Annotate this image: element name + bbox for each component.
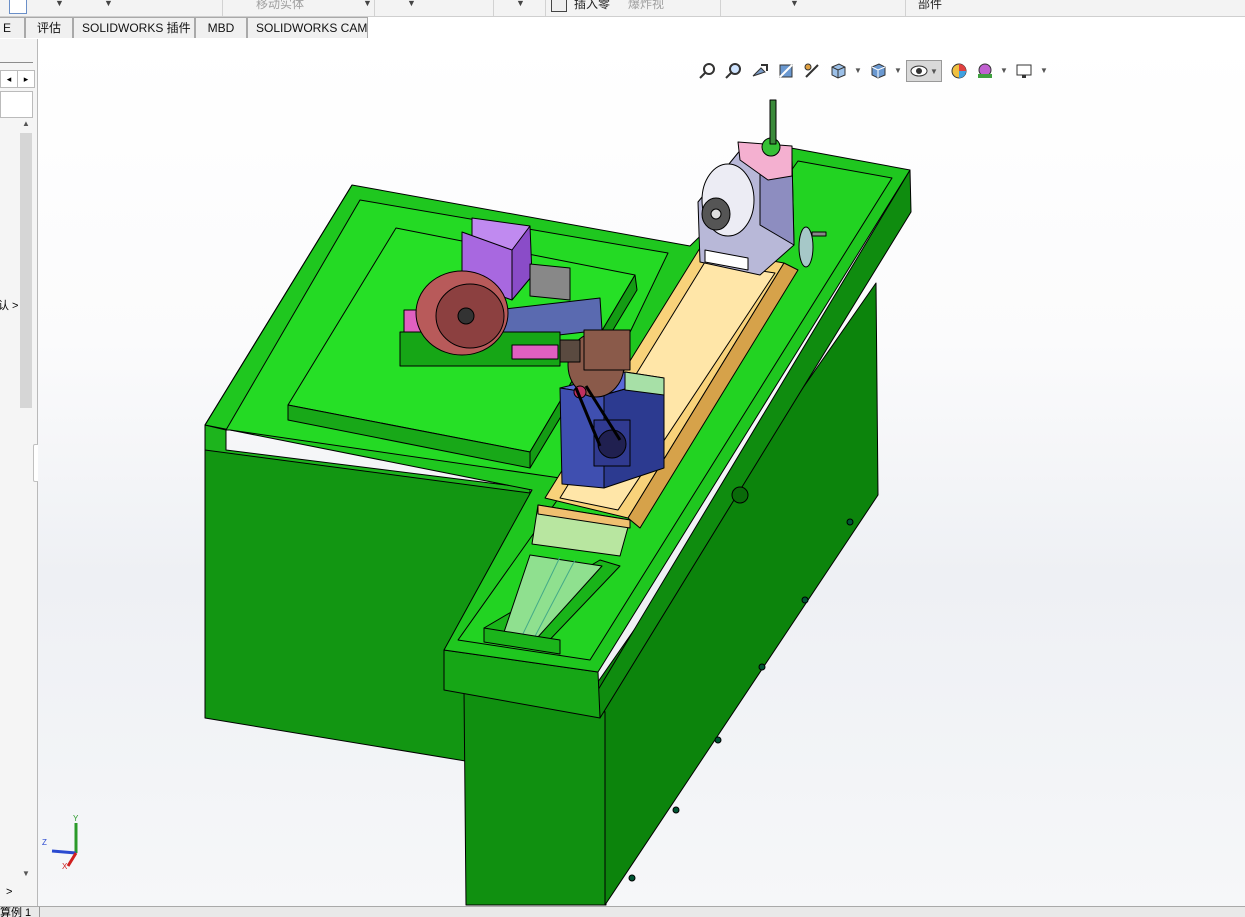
display-style-icon[interactable]	[867, 60, 889, 82]
nav-left-button[interactable]: ◂	[0, 70, 18, 88]
edit-appearance-icon[interactable]	[948, 60, 970, 82]
chevron-down-icon[interactable]: ▼	[854, 66, 862, 75]
ribbon: ▼ ▼ 移动实体 ▼ ▼ ▼ 插入零 爆炸视 ▼ 部件	[0, 0, 1245, 17]
ribbon-edge-button[interactable]	[9, 0, 27, 14]
tab-solidworks-cam[interactable]: SOLIDWORKS CAM	[247, 17, 368, 38]
tab-mbd[interactable]: MBD	[195, 17, 247, 38]
side-hole	[731, 486, 749, 504]
base-right-leg-front	[463, 689, 607, 906]
feature-manager-panel: ◂ ▸ ▲ 认 > ▼ >	[0, 39, 43, 906]
panel-top-line	[0, 62, 33, 63]
study-tab[interactable]: 算例 1	[0, 907, 41, 917]
chevron-down-icon[interactable]: ▼	[407, 0, 416, 8]
chevron-down-icon[interactable]: ▼	[894, 66, 902, 75]
triad-y-label: Y	[73, 814, 79, 823]
scroll-down-button[interactable]: ▼	[19, 869, 33, 881]
parts-label[interactable]: 部件	[918, 0, 942, 13]
dynamic-annotation-icon[interactable]	[801, 60, 823, 82]
view-settings-icon[interactable]	[1013, 60, 1035, 82]
graphics-viewport[interactable]: ▼ ▼ ▼ ▼ ▼ Y Z X	[38, 39, 1245, 906]
coordinate-triad: Y Z X	[42, 814, 79, 871]
chevron-down-icon[interactable]: ▼	[1000, 66, 1008, 75]
nav-left-icon: ◂	[6, 74, 12, 84]
view-orientation-icon[interactable]	[827, 60, 849, 82]
status-bar: 算例 1	[0, 906, 1245, 917]
chevron-down-icon[interactable]: ▼	[516, 0, 525, 8]
apply-scene-icon[interactable]	[974, 60, 996, 82]
explode-view-label[interactable]: 爆炸视	[628, 0, 664, 13]
tab-e[interactable]: E	[0, 17, 25, 38]
nav-right-icon: ▸	[23, 74, 29, 84]
chevron-down-icon[interactable]: ▼	[1040, 66, 1048, 75]
previous-view-icon[interactable]	[749, 60, 771, 82]
hide-show-items-icon[interactable]: ▼	[906, 60, 942, 82]
insert-part-label[interactable]: 插入零	[574, 0, 610, 13]
move-body-label[interactable]: 移动实体	[256, 0, 304, 13]
handwheel	[798, 226, 814, 268]
insert-part-icon[interactable]	[551, 0, 567, 12]
tree-partial-label[interactable]: 认 >	[0, 297, 18, 313]
scroll-up-button[interactable]: ▲	[19, 119, 33, 131]
machine-model	[204, 99, 912, 906]
scrollbar-thumb[interactable]	[20, 133, 32, 408]
expand-icon[interactable]: >	[6, 886, 12, 898]
panel-filter-box[interactable]	[0, 91, 33, 118]
chevron-down-icon[interactable]: ▼	[790, 0, 799, 8]
chevron-down-icon[interactable]: ▼	[55, 0, 64, 8]
tab-evaluate[interactable]: 评估	[25, 17, 73, 38]
zoom-to-fit-icon[interactable]	[697, 60, 719, 82]
chevron-down-icon[interactable]: ▼	[363, 0, 372, 8]
zoom-to-area-icon[interactable]	[723, 60, 745, 82]
tab-solidworks-addins[interactable]: SOLIDWORKS 插件	[73, 17, 195, 38]
triad-z-label: Z	[42, 838, 47, 847]
triad-x-label: X	[62, 862, 68, 871]
section-view-icon[interactable]	[775, 60, 797, 82]
nav-right-button[interactable]: ▸	[17, 70, 35, 88]
chevron-down-icon[interactable]: ▼	[104, 0, 113, 8]
